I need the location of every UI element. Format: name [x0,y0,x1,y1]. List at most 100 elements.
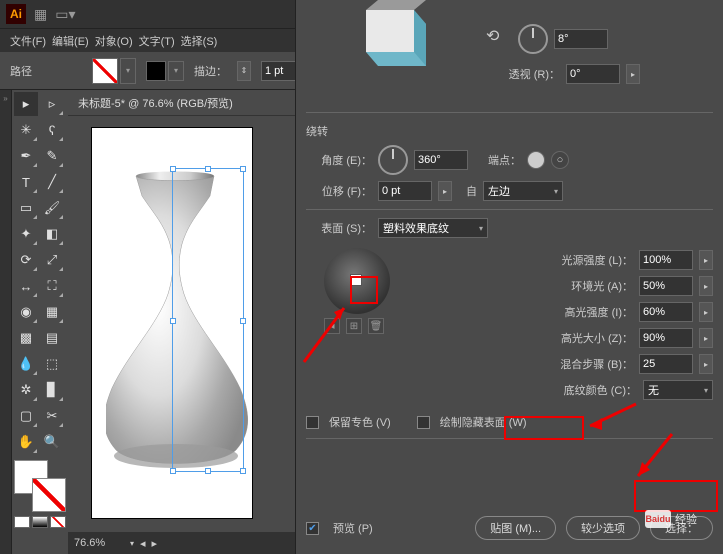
stroke-stepper[interactable]: ⇕ [237,61,251,81]
blend-steps-slider[interactable]: ▸ [699,354,713,374]
light-back-button[interactable]: ◂ [324,318,340,334]
perspective-tool[interactable]: ▦ [40,300,64,324]
surface-dropdown[interactable]: 塑料效果底纹 [378,218,488,238]
cap-off-button[interactable]: ○ [551,151,569,169]
scale-tool[interactable]: ⤢ [40,248,64,272]
line-tool[interactable]: ╱ [40,170,64,194]
sync-icon[interactable]: ⟲ [486,26,499,46]
perspective-value[interactable]: 0° [566,64,620,84]
map-art-button[interactable]: 贴图 (M)... [475,516,556,540]
perspective-slider-btn[interactable]: ▸ [626,64,640,84]
rectangle-tool[interactable]: ▭ [14,196,38,220]
symbol-sprayer-tool[interactable]: ✲ [14,378,38,402]
cap-label: 端点： [488,152,521,168]
shading-color-label: 底纹颜色 (C)： [549,382,637,398]
color-mode-gradient[interactable] [32,516,48,528]
eyedropper-tool[interactable]: 💧 [14,352,38,376]
light-position-handle[interactable] [350,274,362,286]
light-sphere[interactable] [324,248,390,314]
angle-value[interactable]: 360° [414,150,468,170]
offset-value[interactable]: 0 pt [378,181,432,201]
angle-dial[interactable] [378,145,408,175]
nav-next-icon[interactable]: ▸ [152,537,158,550]
stroke-swatch-group[interactable]: ▾ [146,61,184,81]
light-delete-button[interactable]: 🗑 [368,318,384,334]
color-mode-solid[interactable] [14,516,30,528]
preserve-spot-checkbox[interactable] [306,416,319,429]
perspective-label: 透视 (R)： [494,66,560,82]
menu-edit[interactable]: 编辑(E) [52,33,89,49]
ambient-value[interactable]: 50% [639,276,693,296]
highlight-size-slider[interactable]: ▸ [699,328,713,348]
draw-hidden-checkbox[interactable] [417,416,430,429]
menu-object[interactable]: 对象(O) [95,33,133,49]
stroke-color-box[interactable] [32,478,66,512]
blend-tool[interactable]: ⬚ [40,352,64,376]
light-intensity-label: 光源强度 (L)： [545,252,633,268]
type-tool[interactable]: T [14,170,38,194]
zoom-tool[interactable]: 🔍 [40,430,64,454]
angle-label: 角度 (E)： [306,152,372,168]
watermark-icon: Baidu [645,510,671,528]
cap-on-button[interactable]: ● [527,151,545,169]
width-tool[interactable]: ↔ [14,274,38,298]
arrange-icon[interactable]: ▭▾ [55,6,75,23]
zoom-dropdown-icon[interactable]: ▾ [130,539,134,548]
3d-preview-cube[interactable] [338,0,438,76]
light-intensity-value[interactable]: 100% [639,250,693,270]
highlight-intensity-slider[interactable]: ▸ [699,302,713,322]
preserve-spot-label: 保留专色 (V) [329,414,391,430]
direct-selection-tool[interactable]: ▹ [40,92,64,116]
fill-dropdown[interactable]: ▾ [120,58,136,84]
shaper-tool[interactable]: ✦ [14,222,38,246]
mesh-tool[interactable]: ▩ [14,326,38,350]
selection-tool[interactable]: ▸ [14,92,38,116]
hand-tool[interactable]: ✋ [14,430,38,454]
highlight-intensity-value[interactable]: 60% [639,302,693,322]
offset-slider-btn[interactable]: ▸ [438,181,452,201]
from-edge-dropdown[interactable]: 左边 [483,181,563,201]
menu-select[interactable]: 选择(S) [181,33,218,49]
curvature-tool[interactable]: ✎ [40,144,64,168]
zoom-input[interactable]: 76.6% [74,537,124,549]
free-transform-tool[interactable]: ⛶ [40,274,64,298]
angle-top-value[interactable]: 8° [554,29,608,49]
light-intensity-slider[interactable]: ▸ [699,250,713,270]
highlight-intensity-label: 高光强度 (I)： [545,304,633,320]
pen-tool[interactable]: ✒ [14,144,38,168]
menu-type[interactable]: 文字(T) [139,33,175,49]
artboard-tool[interactable]: ▢ [14,404,38,428]
light-new-button[interactable]: ⊞ [346,318,362,334]
color-mode-switches [14,516,66,528]
fill-swatch-group[interactable]: ▾ [92,58,136,84]
watermark-text: 经验 [675,511,697,527]
fill-stroke-indicator[interactable] [14,460,66,512]
ambient-slider[interactable]: ▸ [699,276,713,296]
watermark: Baidu 经验 [645,510,697,528]
graph-tool[interactable]: ▊ [40,378,64,402]
stroke-dropdown[interactable]: ▾ [168,61,184,81]
fill-swatch[interactable] [92,58,118,84]
bridge-icon[interactable]: ▦ [34,6,47,23]
panel-collapse-strip[interactable]: » [0,90,12,554]
preview-checkbox[interactable]: ✔ [306,522,319,535]
lasso-tool[interactable]: ʕ [40,118,64,142]
rotate-tool[interactable]: ⟳ [14,248,38,272]
shape-builder-tool[interactable]: ◉ [14,300,38,324]
nav-prev-icon[interactable]: ◂ [140,537,146,550]
blend-steps-value[interactable]: 25 [639,354,693,374]
slice-tool[interactable]: ✂ [40,404,64,428]
from-label: 自 [466,183,477,199]
menu-file[interactable]: 文件(F) [10,33,46,49]
shading-color-dropdown[interactable]: 无 [643,380,713,400]
paintbrush-tool[interactable]: 🖌 [40,196,64,220]
gradient-tool[interactable]: ▤ [40,326,64,350]
eraser-tool[interactable]: ◧ [40,222,64,246]
vase-3d-object[interactable] [106,168,256,478]
stroke-swatch[interactable] [146,61,166,81]
highlight-size-value[interactable]: 90% [639,328,693,348]
fewer-options-button[interactable]: 较少选项 [566,516,640,540]
color-mode-none[interactable] [50,516,66,528]
magic-wand-tool[interactable]: ✳ [14,118,38,142]
angle-dial-top[interactable] [518,24,548,54]
